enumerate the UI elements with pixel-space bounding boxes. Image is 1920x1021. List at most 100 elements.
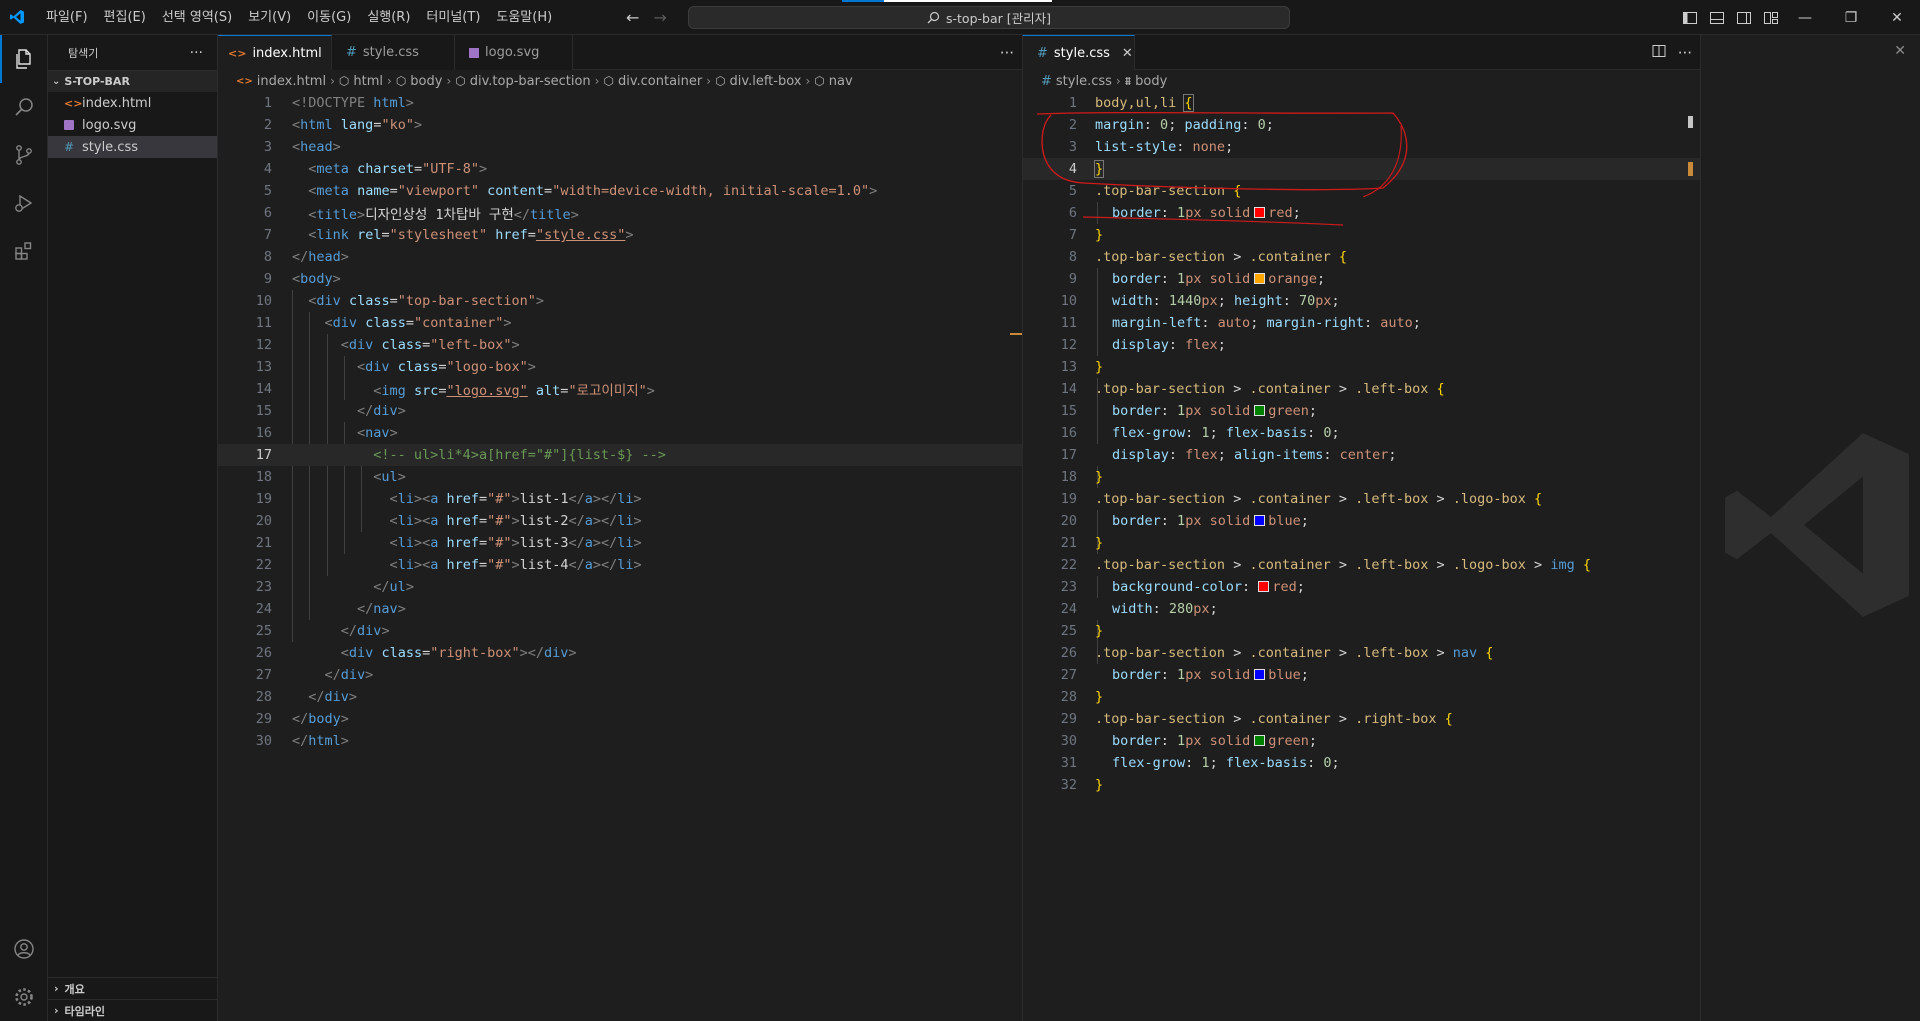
menu-selection[interactable]: 선택 영역(S) <box>154 0 240 35</box>
line-number: 30 <box>255 733 272 749</box>
color-swatch[interactable] <box>1254 515 1266 526</box>
source-control-icon[interactable] <box>0 131 48 179</box>
code-editor-css[interactable]: 1 body,ul,li { 2 margin: 0; padding: 0; 3l… <box>1023 92 1700 1021</box>
restore-button[interactable]: ❐ <box>1828 0 1874 35</box>
token: div <box>357 623 382 639</box>
file-item-index-html[interactable]: <> index.html <box>48 92 217 114</box>
line-number: 12 <box>255 337 272 353</box>
token: a <box>430 491 439 507</box>
line-number: 1 <box>263 95 272 111</box>
explorer-icon[interactable] <box>0 35 48 83</box>
more-actions-icon[interactable]: ··· <box>1000 44 1014 62</box>
more-actions-icon[interactable]: ··· <box>190 45 203 61</box>
toggle-panel-icon[interactable] <box>1709 10 1725 26</box>
code-line: 17 display: flex; align-items: center; <box>1023 444 1700 466</box>
menu-view[interactable]: 보기(V) <box>240 0 299 35</box>
line-number: 15 <box>1060 403 1077 419</box>
tab-style-css-right[interactable]: # style.css ✕ <box>1023 35 1135 70</box>
token: li <box>617 491 634 507</box>
scrollbar-thumb[interactable] <box>1688 116 1693 128</box>
color-swatch[interactable] <box>1254 273 1266 284</box>
code-line: 12 <div class="left-box"> <box>218 334 1022 356</box>
tab-logo-svg[interactable]: logo.svg <box>455 35 573 70</box>
color-swatch[interactable] <box>1254 405 1266 416</box>
breadcrumb-item[interactable]: body <box>1135 74 1167 89</box>
chevron-right-icon: › <box>330 74 335 88</box>
color-swatch[interactable] <box>1254 735 1266 746</box>
file-item-logo-svg[interactable]: logo.svg <box>48 114 217 136</box>
toggle-primary-sidebar-icon[interactable] <box>1682 10 1698 26</box>
breadcrumb-item[interactable]: div.container <box>618 74 702 89</box>
close-window-button[interactable]: ✕ <box>1874 0 1920 35</box>
breadcrumb-item[interactable]: div.top-bar-section <box>470 74 591 89</box>
css-file-icon: # <box>1041 73 1052 89</box>
token: none <box>1192 139 1226 155</box>
menu-edit[interactable]: 편집(E) <box>96 0 154 35</box>
token: ul <box>381 469 398 485</box>
line-number: 15 <box>255 403 272 419</box>
outline-panel-header[interactable]: › 개요 <box>48 977 217 999</box>
element-icon: ⬡ <box>455 74 466 88</box>
breadcrumb-item[interactable]: style.css <box>1056 74 1112 89</box>
menu-run[interactable]: 실행(R) <box>359 0 418 35</box>
breadcrumb-item[interactable]: nav <box>829 74 853 89</box>
color-swatch[interactable] <box>1254 207 1266 218</box>
element-icon: ⬡ <box>715 74 726 88</box>
token: "container" <box>413 315 504 331</box>
customize-layout-icon[interactable] <box>1763 10 1779 26</box>
token: solid <box>1209 271 1251 287</box>
timeline-panel-header[interactable]: › 타임라인 <box>48 999 217 1021</box>
line-number: 27 <box>255 667 272 683</box>
close-icon[interactable]: ✕ <box>1894 43 1906 59</box>
command-center[interactable]: s-top-bar [관리자] <box>688 6 1290 29</box>
tab-index-html[interactable]: <> index.html ✕ <box>218 35 345 70</box>
close-tab-icon[interactable]: ✕ <box>1122 46 1133 61</box>
breadcrumb-item[interactable]: body <box>410 74 442 89</box>
menu-terminal[interactable]: 터미널(T) <box>418 0 488 35</box>
code-line: 23 </ul> <box>218 576 1022 598</box>
split-editor-icon[interactable] <box>1652 44 1666 62</box>
token: px <box>1185 205 1202 221</box>
token: "width=device-width, initial-scale=1.0" <box>552 183 870 199</box>
code-editor-html[interactable]: 1 <!DOCTYPE html> 2 <html lang="ko"> 3 <hea… <box>218 92 1022 1021</box>
menu-go[interactable]: 이동(G) <box>299 0 359 35</box>
arrow-left-icon[interactable]: ← <box>626 8 639 27</box>
code-line: 21} <box>1023 532 1700 554</box>
html-file-icon: <> <box>236 75 253 87</box>
menu-bar: 파일(F) 편집(E) 선택 영역(S) 보기(V) 이동(G) 실행(R) 터… <box>38 0 560 35</box>
token: html <box>300 117 333 133</box>
menu-help[interactable]: 도움말(H) <box>488 0 560 35</box>
folder-name: S-TOP-BAR <box>64 75 130 88</box>
arrow-right-icon[interactable]: → <box>653 8 666 27</box>
more-actions-icon[interactable]: ··· <box>1678 44 1692 62</box>
extensions-icon[interactable] <box>0 227 48 275</box>
color-swatch[interactable] <box>1254 669 1266 680</box>
toggle-secondary-sidebar-icon[interactable] <box>1736 10 1752 26</box>
folder-header[interactable]: ⌄ S-TOP-BAR <box>48 70 217 92</box>
account-icon[interactable] <box>0 925 48 973</box>
minimize-button[interactable]: — <box>1782 0 1828 35</box>
code-line: 18 <ul> <box>218 466 1022 488</box>
code-line: 16 <nav> <box>218 422 1022 444</box>
breadcrumb-item[interactable]: index.html <box>257 74 326 89</box>
breadcrumb-item[interactable]: div.left-box <box>730 74 802 89</box>
settings-gear-icon[interactable] <box>0 973 48 1021</box>
breadcrumb-item[interactable]: html <box>353 74 383 89</box>
color-swatch[interactable] <box>1258 581 1270 592</box>
file-item-style-css[interactable]: # style.css <box>48 136 217 158</box>
line-number: 1 <box>1068 95 1077 111</box>
css-file-icon: # <box>346 45 357 60</box>
title-bar: 파일(F) 편집(E) 선택 영역(S) 보기(V) 이동(G) 실행(R) 터… <box>0 0 1920 35</box>
token: li <box>617 513 634 529</box>
token: px <box>1315 293 1332 309</box>
token: <!DOCTYPE <box>292 95 374 111</box>
token: href <box>446 491 480 507</box>
token: center <box>1339 447 1389 463</box>
code-line: 10 width: 1440px; height: 70px; <box>1023 290 1700 312</box>
menu-file[interactable]: 파일(F) <box>38 0 96 35</box>
explorer-sidebar: 탐색기 ··· ⌄ S-TOP-BAR <> index.html logo.s… <box>48 35 218 1021</box>
run-debug-icon[interactable] <box>0 179 48 227</box>
search-icon[interactable] <box>0 83 48 131</box>
code-line: 4 <meta charset="UTF-8"> <box>218 158 1022 180</box>
tab-style-css[interactable]: # style.css <box>332 35 455 70</box>
